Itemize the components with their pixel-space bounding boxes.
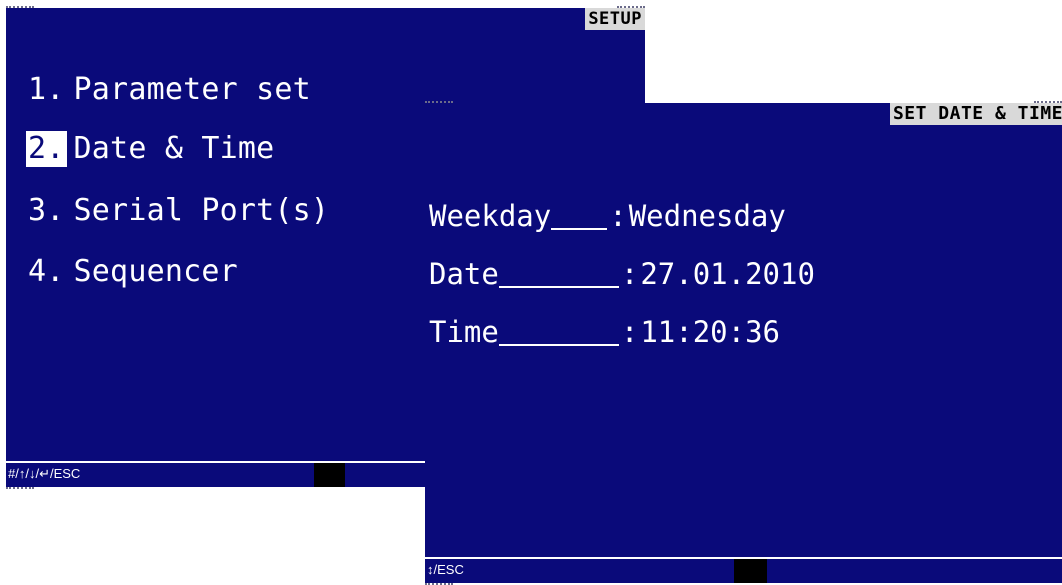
date-field[interactable]: Date:27.01.2010: [429, 257, 815, 291]
menu-item-number: 1.: [28, 72, 65, 107]
menu-item-number: 2.: [26, 131, 67, 167]
datetime-screen: SET DATE & TIME Weekday:Wednesday Date:2…: [425, 101, 1062, 585]
menu-item-number: 4.: [28, 254, 65, 289]
field-label: Date: [429, 257, 499, 291]
key-hint-text: #/↑/↓/↵/ESC: [8, 466, 81, 481]
field-separator: :: [609, 199, 627, 233]
menu-item-label: Sequencer: [73, 254, 238, 289]
weekday-value[interactable]: Wednesday: [629, 199, 786, 233]
field-underline: [498, 342, 619, 346]
field-separator: :: [620, 257, 639, 291]
menu-item-sequencer[interactable]: 4. Sequencer: [26, 254, 238, 290]
menu-item-label: Serial Port(s): [73, 193, 330, 228]
screen-title: SETUP: [585, 8, 645, 30]
field-label: Weekday: [429, 199, 552, 233]
time-value[interactable]: 11:20:36: [640, 315, 780, 349]
menu-item-date-time[interactable]: 2. Date & Time: [26, 131, 274, 167]
field-underline: [498, 284, 619, 288]
menu-item-serial-ports[interactable]: 3. Serial Port(s): [26, 193, 329, 229]
menu-item-parameter-set[interactable]: 1. Parameter set: [26, 72, 311, 108]
status-block: [314, 463, 345, 487]
status-block: [734, 559, 767, 583]
field-separator: :: [620, 315, 639, 349]
time-field[interactable]: Time:11:20:36: [429, 315, 780, 349]
corner-marker: [425, 101, 453, 103]
menu-item-label: Date & Time: [73, 131, 275, 166]
corner-marker: [6, 487, 34, 489]
menu-item-number: 3.: [28, 193, 65, 228]
field-underline: [551, 226, 608, 230]
menu-item-label: Parameter set: [73, 72, 311, 107]
weekday-field[interactable]: Weekday:Wednesday: [429, 199, 786, 233]
key-hint-text: ↕/ESC: [427, 562, 464, 577]
corner-marker: [6, 6, 34, 8]
field-label: Time: [429, 315, 499, 349]
key-hint-bar: ↕/ESC: [425, 557, 1062, 583]
date-value[interactable]: 27.01.2010: [640, 257, 815, 291]
screen-title: SET DATE & TIME: [889, 103, 1062, 125]
